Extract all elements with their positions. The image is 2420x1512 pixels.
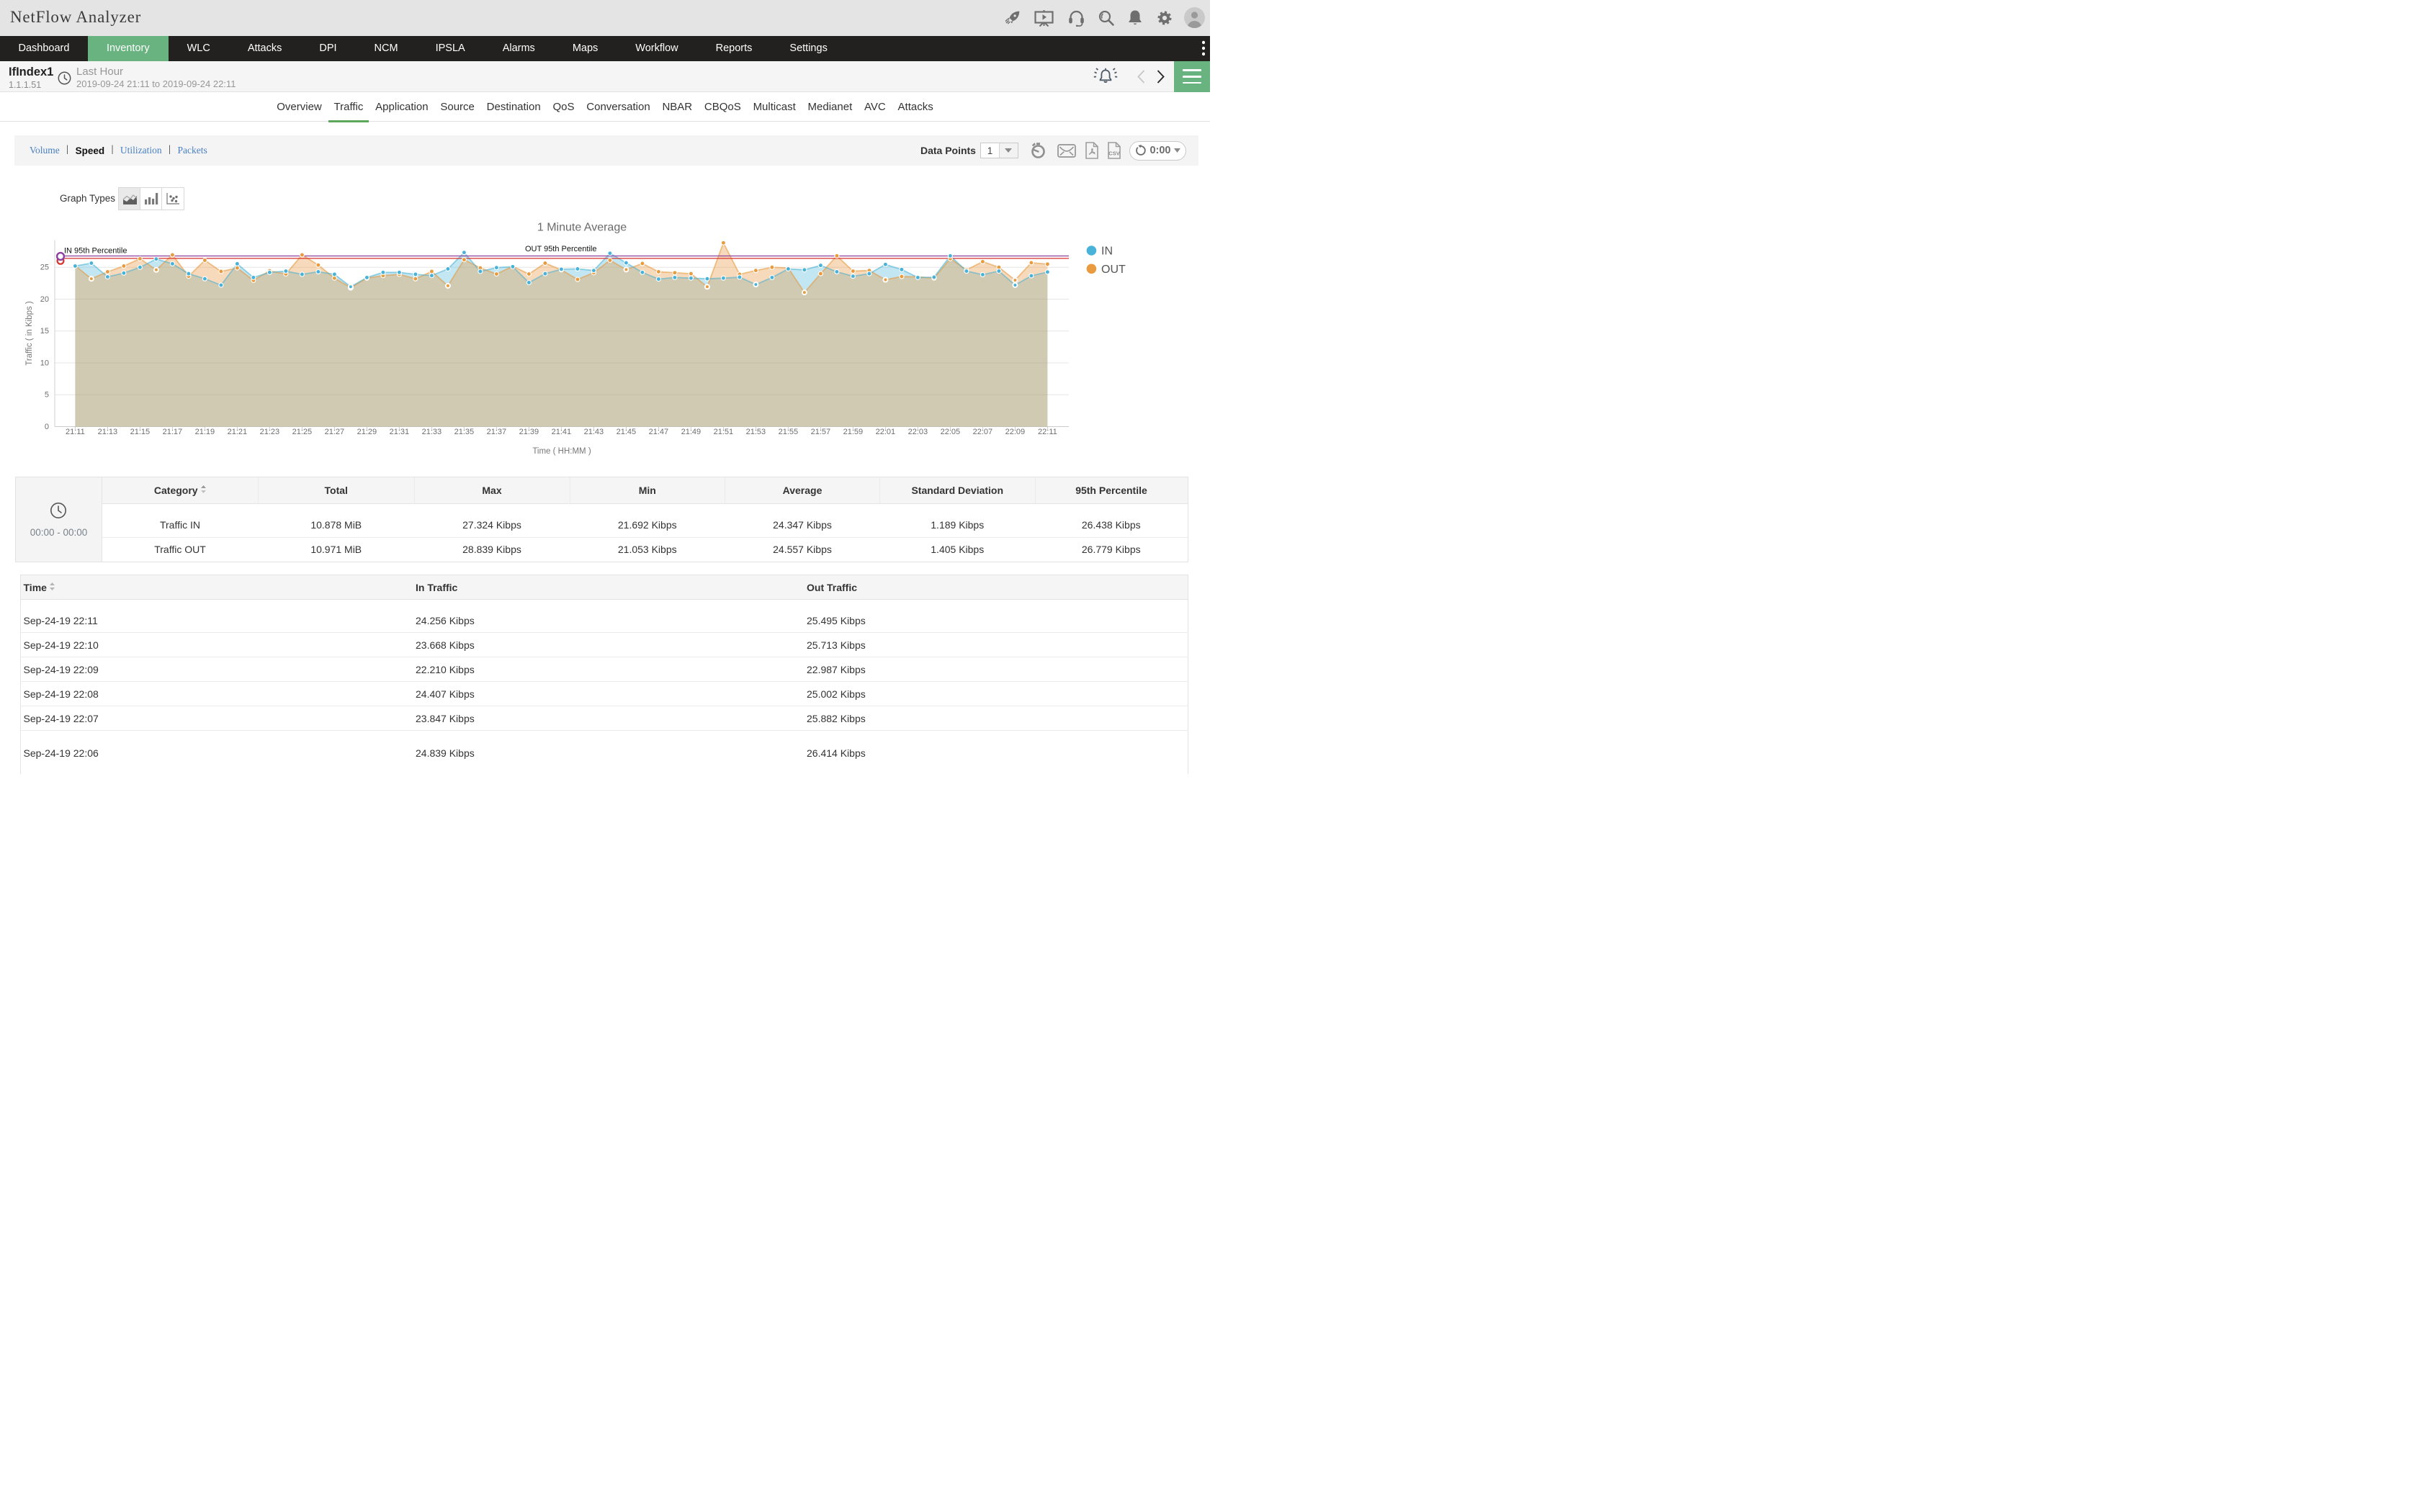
svg-text:22:07: 22:07 <box>973 428 993 436</box>
svg-text:21:23: 21:23 <box>260 428 280 436</box>
svg-text:5: 5 <box>45 391 49 400</box>
svg-text:25: 25 <box>40 264 49 272</box>
svg-text:21:21: 21:21 <box>228 428 248 436</box>
svg-text:22:11: 22:11 <box>1038 428 1057 436</box>
svg-text:21:19: 21:19 <box>195 428 215 436</box>
svg-text:1 Minute Average: 1 Minute Average <box>537 222 627 234</box>
svg-text:21:59: 21:59 <box>843 428 864 436</box>
svg-text:21:27: 21:27 <box>325 428 345 436</box>
svg-text:22:05: 22:05 <box>941 428 961 436</box>
svg-text:IN: IN <box>1101 246 1113 258</box>
svg-text:21:15: 21:15 <box>130 428 151 436</box>
svg-text:Time ( HH:MM ): Time ( HH:MM ) <box>532 447 591 456</box>
svg-text:22:03: 22:03 <box>908 428 928 436</box>
svg-text:21:49: 21:49 <box>681 428 702 436</box>
svg-text:21:45: 21:45 <box>617 428 637 436</box>
svg-text:21:51: 21:51 <box>714 428 734 436</box>
svg-text:21:29: 21:29 <box>357 428 377 436</box>
svg-text:CSV: CSV <box>1109 150 1120 157</box>
svg-text:21:33: 21:33 <box>422 428 442 436</box>
svg-text:OUT: OUT <box>1101 264 1126 276</box>
svg-text:10: 10 <box>40 359 49 367</box>
svg-text:21:31: 21:31 <box>390 428 410 436</box>
svg-text:21:43: 21:43 <box>584 428 604 436</box>
svg-text:0: 0 <box>45 423 49 431</box>
svg-text:21:17: 21:17 <box>163 428 183 436</box>
svg-text:22:09: 22:09 <box>1005 428 1026 436</box>
svg-text:21:37: 21:37 <box>487 428 507 436</box>
svg-text:21:47: 21:47 <box>649 428 669 436</box>
svg-text:OUT 95th Percentile: OUT 95th Percentile <box>525 245 596 253</box>
svg-text:21:41: 21:41 <box>552 428 572 436</box>
svg-text:21:35: 21:35 <box>454 428 475 436</box>
svg-text:21:25: 21:25 <box>292 428 313 436</box>
svg-text:IN 95th Percentile: IN 95th Percentile <box>64 247 127 256</box>
svg-text:21:57: 21:57 <box>811 428 831 436</box>
svg-text:20: 20 <box>40 295 49 304</box>
svg-text:21:13: 21:13 <box>98 428 118 436</box>
svg-text:15: 15 <box>40 327 49 336</box>
svg-text:Traffic ( in Kibps ): Traffic ( in Kibps ) <box>25 301 34 366</box>
svg-text:21:55: 21:55 <box>779 428 799 436</box>
svg-text:21:11: 21:11 <box>66 428 85 436</box>
svg-text:21:53: 21:53 <box>746 428 766 436</box>
svg-text:21:39: 21:39 <box>519 428 539 436</box>
svg-text:22:01: 22:01 <box>876 428 896 436</box>
